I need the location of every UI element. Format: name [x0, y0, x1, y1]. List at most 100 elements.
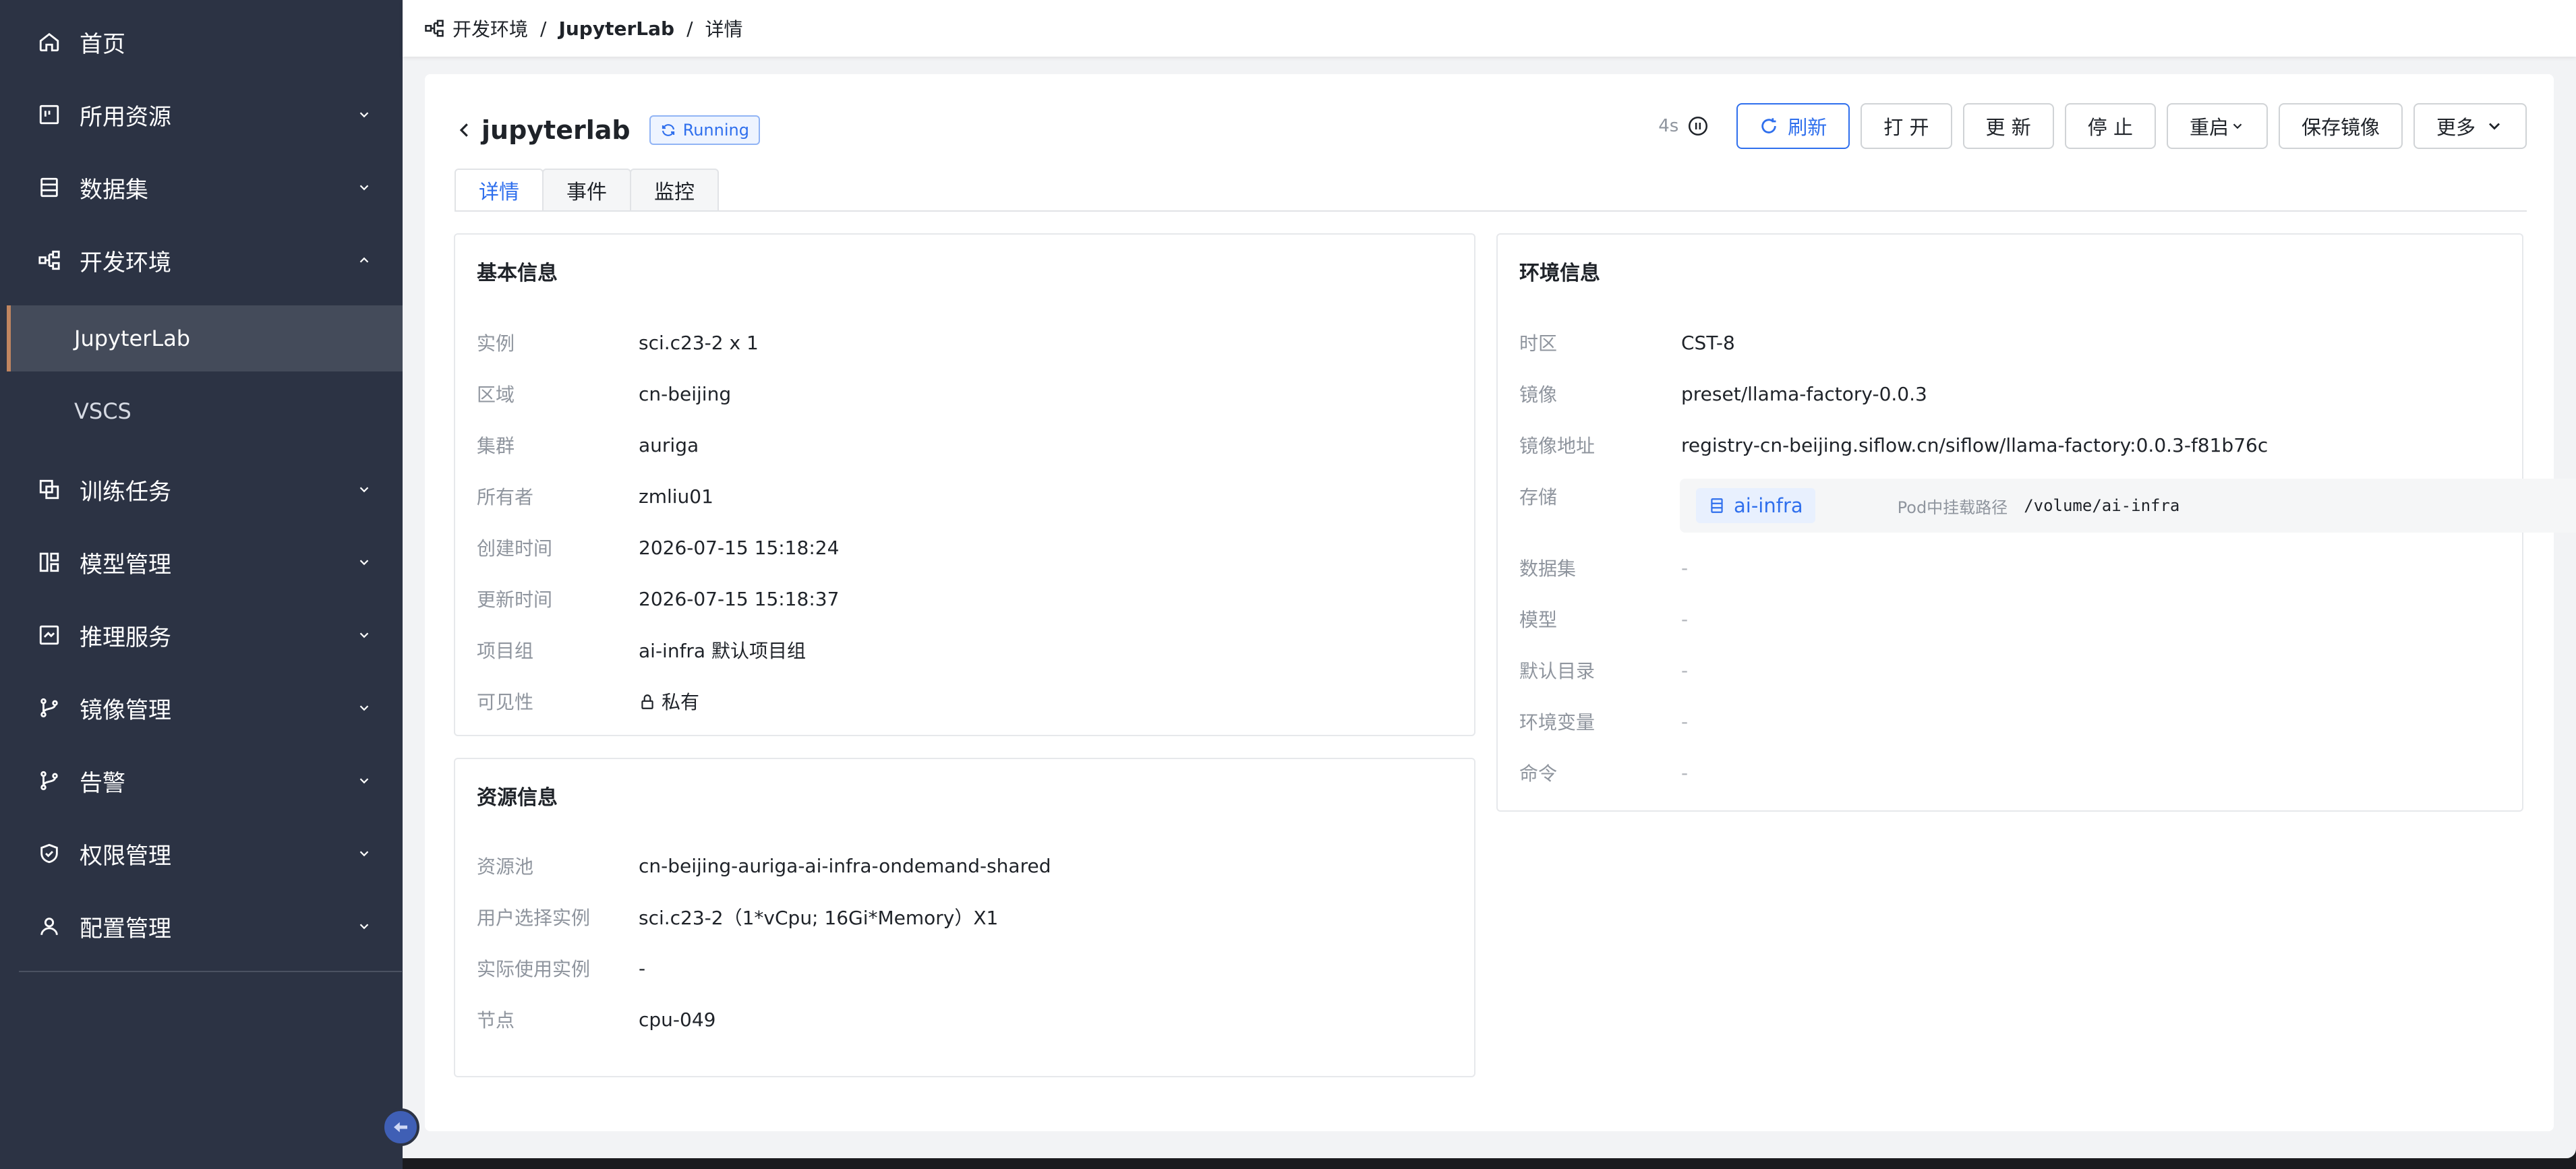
sidebar-item-label: 权限管理 — [80, 842, 171, 870]
sidebar-item-permissions[interactable]: 权限管理 — [0, 820, 403, 887]
back-chevron-icon[interactable] — [455, 120, 475, 140]
info-row: 时区 CST-8 — [1519, 322, 1735, 363]
refresh-button[interactable]: 刷新 — [1736, 103, 1850, 149]
sidebar-item-resources[interactable]: 所用资源 — [0, 81, 403, 148]
info-row: 资源池 cn-beijing-auriga-ai-infra-ondemand-… — [477, 845, 1051, 886]
sidebar-item-label: 开发环境 — [80, 249, 171, 276]
home-icon — [38, 30, 61, 53]
restart-label: 重启 — [2189, 116, 2229, 139]
storage-icon — [1711, 498, 1723, 513]
sidebar-item-models[interactable]: 模型管理 — [0, 529, 403, 596]
info-row: 环境变量 - — [1519, 701, 1688, 742]
storage-tag[interactable]: ai-infra — [1696, 488, 1815, 523]
sidebar-collapse-button[interactable] — [382, 1108, 419, 1146]
sidebar-subitem-jupyterlab[interactable]: JupyterLab — [7, 305, 403, 371]
user-icon — [38, 915, 61, 938]
sidebar-item-dev-env[interactable]: 开发环境 — [0, 227, 403, 294]
tab-monitor[interactable]: 监控 — [630, 169, 719, 212]
save-image-button[interactable]: 保存镜像 — [2278, 103, 2403, 149]
info-value: zmliu01 — [639, 485, 713, 508]
info-value: sci.c23-2 x 1 — [639, 331, 759, 354]
info-value: CST-8 — [1681, 331, 1735, 354]
model-icon — [38, 551, 61, 574]
more-button[interactable]: 更多 — [2413, 103, 2527, 149]
sidebar-item-alerts[interactable]: 告警 — [0, 747, 403, 814]
dev-env-icon — [38, 249, 61, 272]
info-row: 模型 - — [1519, 599, 1688, 639]
sidebar-item-training[interactable]: 训练任务 — [0, 456, 403, 523]
sidebar: 首页 所用资源 数据集 开发环境 JupyterLab VSCS 训练任务 模型… — [0, 0, 403, 1169]
card-title: 基本信息 — [477, 262, 558, 285]
chevron-down-icon — [2489, 123, 2500, 130]
info-value: 2026-07-15 15:18:24 — [639, 536, 840, 559]
info-row: 可见性 私有 — [477, 681, 699, 721]
info-row: 数据集 - — [1519, 547, 1688, 588]
status-text: Running — [682, 121, 749, 140]
status-badge: Running — [649, 115, 760, 145]
info-row: 更新时间 2026-07-15 15:18:37 — [477, 578, 839, 619]
sidebar-subitem-label: VSCS — [74, 398, 131, 424]
sidebar-item-datasets[interactable]: 数据集 — [0, 154, 403, 221]
info-key: 存储 — [1519, 486, 1558, 508]
open-button[interactable]: 打 开 — [1861, 103, 1952, 149]
sidebar-item-label: 配置管理 — [80, 915, 171, 942]
sidebar-item-label: 模型管理 — [80, 551, 171, 578]
action-toolbar: 4s 刷新 打 开 更 新 停 止 重启 保存镜像 更多 — [1658, 102, 2527, 150]
main-area: 开发环境 / JupyterLab / 详情 jupyterlab Runnin… — [403, 0, 2576, 1158]
info-value: auriga — [639, 433, 699, 456]
more-label: 更多 — [2436, 116, 2476, 139]
info-key: 区域 — [477, 384, 515, 406]
info-row: 节点 cpu-049 — [477, 999, 715, 1040]
restart-button[interactable]: 重启 — [2166, 103, 2268, 149]
dev-env-icon — [425, 20, 444, 37]
breadcrumb-item-jupyterlab[interactable]: JupyterLab — [558, 18, 674, 40]
sync-icon — [662, 124, 674, 136]
chevron-down-icon — [359, 185, 369, 191]
sidebar-item-label: 训练任务 — [80, 478, 171, 506]
sidebar-subitem-vscs[interactable]: VSCS — [7, 378, 403, 444]
sidebar-item-label: 推理服务 — [80, 624, 171, 651]
info-key: 用户选择实例 — [477, 907, 591, 929]
info-key: 资源池 — [477, 856, 534, 878]
info-key: 镜像 — [1519, 384, 1558, 406]
tab-events[interactable]: 事件 — [542, 169, 631, 212]
sidebar-item-label: 告警 — [80, 769, 125, 797]
tab-detail[interactable]: 详情 — [455, 169, 544, 212]
stop-button[interactable]: 停 止 — [2064, 103, 2156, 149]
shield-icon — [38, 842, 61, 865]
info-row: 存储 — [1519, 476, 1557, 516]
chevron-down-icon — [359, 632, 369, 638]
info-value: cpu-049 — [639, 1008, 716, 1031]
sidebar-subitem-label: JupyterLab — [74, 326, 191, 351]
arrow-left-icon — [394, 1122, 407, 1133]
chevron-down-icon — [359, 924, 369, 930]
refresh-label: 刷新 — [1788, 116, 1827, 139]
resource-icon — [38, 103, 61, 126]
info-key: 环境变量 — [1519, 711, 1596, 733]
sidebar-item-label: 所用资源 — [80, 103, 171, 131]
card-title: 资源信息 — [477, 786, 558, 810]
update-button[interactable]: 更 新 — [1962, 103, 2054, 149]
chevron-down-icon — [2233, 123, 2242, 129]
info-key: 节点 — [477, 1009, 515, 1031]
info-key: 时区 — [1519, 332, 1558, 355]
tab-bar: 详情 事件 监控 — [455, 169, 719, 212]
breadcrumb-item-dev-env[interactable]: 开发环境 — [452, 15, 528, 42]
chevron-down-icon — [359, 112, 369, 118]
tab-underline — [455, 210, 2527, 212]
info-key: 模型 — [1519, 609, 1558, 631]
info-key: 集群 — [477, 435, 515, 457]
sidebar-item-config[interactable]: 配置管理 — [0, 893, 403, 960]
info-row: 命令 - — [1519, 752, 1688, 793]
pause-icon[interactable] — [1687, 115, 1709, 138]
sidebar-item-home[interactable]: 首页 — [0, 8, 403, 76]
lock-icon — [641, 694, 653, 709]
info-value: registry-cn-beijing.siflow.cn/siflow/lla… — [1681, 433, 2268, 456]
info-row: 所有者 zmliu01 — [477, 476, 713, 516]
info-value: - — [1681, 607, 1689, 630]
info-row: 创建时间 2026-07-15 15:18:24 — [477, 527, 839, 568]
sidebar-item-images[interactable]: 镜像管理 — [0, 674, 403, 742]
sidebar-item-inference[interactable]: 推理服务 — [0, 601, 403, 669]
info-key: 更新时间 — [477, 589, 553, 611]
resource-info-card: 资源信息 资源池 cn-beijing-auriga-ai-infra-onde… — [454, 758, 1475, 1077]
